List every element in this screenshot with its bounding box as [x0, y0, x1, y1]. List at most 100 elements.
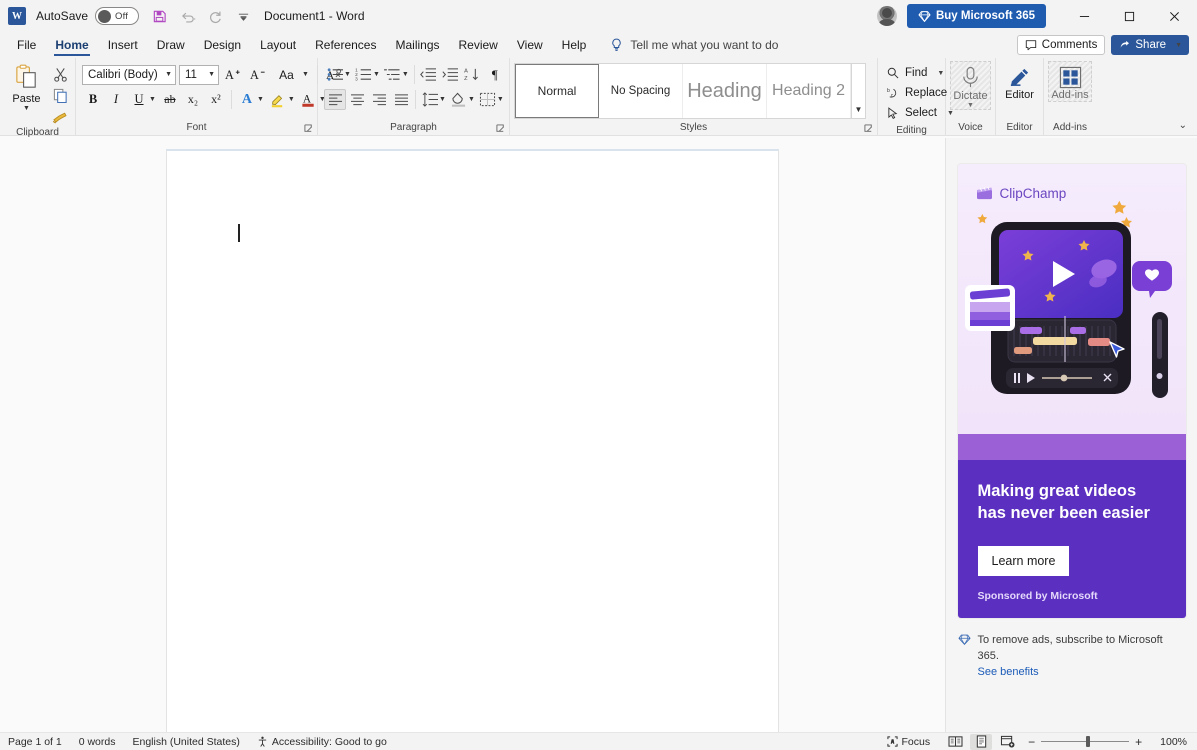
change-case-button[interactable]: Aa — [272, 64, 301, 85]
chevron-down-icon[interactable]: ▼ — [402, 71, 409, 78]
zoom-slider[interactable]: − + — [1028, 736, 1142, 748]
avatar[interactable] — [876, 6, 897, 26]
grow-font-button[interactable]: A — [222, 64, 244, 85]
close-button[interactable] — [1152, 0, 1197, 32]
align-left-button[interactable] — [324, 89, 346, 110]
replace-button[interactable]: bc Replace — [882, 83, 952, 103]
paste-button[interactable]: Paste ▼ — [4, 61, 49, 112]
chevron-down-icon[interactable]: ▼ — [967, 102, 974, 109]
zoom-out-button[interactable]: − — [1028, 736, 1035, 748]
read-mode-button[interactable] — [944, 734, 966, 750]
tab-file[interactable]: File — [8, 36, 45, 55]
superscript-button[interactable]: x² — [205, 89, 227, 110]
tab-review[interactable]: Review — [450, 36, 507, 55]
style-heading-2[interactable]: Heading 2 — [767, 64, 851, 118]
page-number-status[interactable]: Page 1 of 1 — [8, 736, 62, 748]
subscript-button[interactable]: x₂ — [182, 89, 204, 110]
styles-more-button[interactable]: ▼ — [851, 64, 865, 118]
tab-draw[interactable]: Draw — [148, 36, 194, 55]
paragraph-dialog-launcher[interactable] — [496, 124, 506, 134]
chevron-down-icon[interactable]: ▼ — [497, 96, 504, 103]
customize-quick-access-icon[interactable] — [235, 8, 252, 25]
tab-view[interactable]: View — [508, 36, 552, 55]
font-size-combobox[interactable]: 11 ▼ — [179, 64, 219, 85]
multilevel-list-button[interactable] — [382, 64, 404, 85]
line-spacing-button[interactable] — [419, 89, 441, 110]
numbering-button[interactable]: 123 — [353, 64, 375, 85]
print-layout-button[interactable] — [970, 733, 993, 750]
copy-button[interactable] — [49, 86, 71, 104]
font-color-button[interactable]: A — [298, 89, 320, 110]
autosave-toggle[interactable]: Off — [95, 7, 140, 25]
borders-button[interactable] — [477, 89, 499, 110]
save-icon[interactable] — [151, 8, 168, 25]
zoom-track[interactable] — [1041, 736, 1130, 747]
chevron-down-icon[interactable]: ▼ — [468, 96, 475, 103]
decrease-indent-button[interactable] — [418, 64, 440, 85]
style-no-spacing[interactable]: No Spacing — [599, 64, 683, 118]
chevron-down-icon[interactable]: ▼ — [344, 71, 351, 78]
ad-card[interactable]: ClipChamp Making great videos has never … — [957, 164, 1186, 618]
chevron-down-icon[interactable]: ▼ — [937, 70, 944, 77]
zoom-level-label[interactable]: 100% — [1160, 736, 1187, 748]
sort-button[interactable]: AZ — [462, 64, 484, 85]
maximize-button[interactable] — [1107, 0, 1152, 32]
learn-more-button[interactable]: Learn more — [977, 546, 1070, 576]
cut-button[interactable] — [49, 65, 71, 83]
chevron-down-icon[interactable]: ▼ — [23, 105, 30, 112]
tab-home[interactable]: Home — [46, 36, 97, 56]
shading-button[interactable] — [448, 89, 470, 110]
bullets-button[interactable] — [324, 64, 346, 85]
chevron-down-icon[interactable]: ▼ — [302, 71, 309, 78]
tell-me-search[interactable]: Tell me what you want to do — [610, 38, 778, 52]
chevron-down-icon[interactable]: ▼ — [288, 96, 295, 103]
format-painter-button[interactable] — [49, 107, 71, 125]
find-button[interactable]: Find ▼ — [882, 63, 949, 83]
text-highlight-color-button[interactable] — [267, 89, 289, 110]
strikethrough-button[interactable]: ab — [159, 89, 181, 110]
document-page[interactable] — [166, 149, 779, 732]
collapse-ribbon-button[interactable]: ⌄ — [1179, 120, 1187, 131]
comments-button[interactable]: Comments — [1016, 35, 1106, 55]
word-count-status[interactable]: 0 words — [79, 736, 116, 748]
focus-button[interactable]: Focus — [886, 736, 930, 748]
tab-references[interactable]: References — [306, 36, 385, 55]
show-formatting-marks-button[interactable]: ¶ — [484, 64, 506, 85]
dictate-button[interactable]: Dictate ▼ — [950, 61, 991, 110]
chevron-down-icon[interactable]: ▼ — [257, 96, 264, 103]
share-button[interactable]: Share ▼ — [1111, 35, 1189, 55]
tab-layout[interactable]: Layout — [251, 36, 305, 55]
shrink-font-button[interactable]: A — [247, 64, 269, 85]
tab-help[interactable]: Help — [553, 36, 596, 55]
zoom-thumb[interactable] — [1086, 736, 1090, 747]
redo-icon[interactable] — [207, 8, 224, 25]
styles-dialog-launcher[interactable] — [864, 124, 874, 134]
web-layout-button[interactable] — [996, 734, 1018, 750]
chevron-down-icon[interactable]: ▼ — [439, 96, 446, 103]
buy-microsoft-365-button[interactable]: Buy Microsoft 365 — [906, 4, 1046, 28]
style-heading[interactable]: Heading — [683, 64, 767, 118]
text-effects-button[interactable]: A — [236, 89, 258, 110]
chevron-down-icon[interactable]: ▼ — [373, 71, 380, 78]
zoom-in-button[interactable]: + — [1135, 736, 1142, 748]
language-status[interactable]: English (United States) — [132, 736, 239, 748]
undo-icon[interactable] — [179, 8, 196, 25]
align-right-button[interactable] — [368, 89, 390, 110]
bold-button[interactable]: B — [82, 89, 104, 110]
underline-button[interactable]: U — [128, 89, 150, 110]
tab-insert[interactable]: Insert — [99, 36, 147, 55]
chevron-down-icon[interactable]: ▼ — [149, 96, 156, 103]
see-benefits-link[interactable]: See benefits — [978, 666, 1039, 678]
tab-mailings[interactable]: Mailings — [386, 36, 448, 55]
font-name-combobox[interactable]: Calibri (Body) ▼ — [82, 64, 176, 85]
accessibility-status[interactable]: Accessibility: Good to go — [257, 736, 387, 748]
tab-design[interactable]: Design — [195, 36, 250, 55]
italic-button[interactable]: I — [105, 89, 127, 110]
style-normal[interactable]: Normal — [515, 64, 599, 118]
document-area[interactable] — [0, 138, 945, 732]
font-dialog-launcher[interactable] — [304, 124, 314, 134]
increase-indent-button[interactable] — [440, 64, 462, 85]
justify-button[interactable] — [390, 89, 412, 110]
editor-button[interactable]: Editor — [1000, 61, 1039, 101]
add-ins-button[interactable]: Add-ins — [1048, 61, 1092, 102]
